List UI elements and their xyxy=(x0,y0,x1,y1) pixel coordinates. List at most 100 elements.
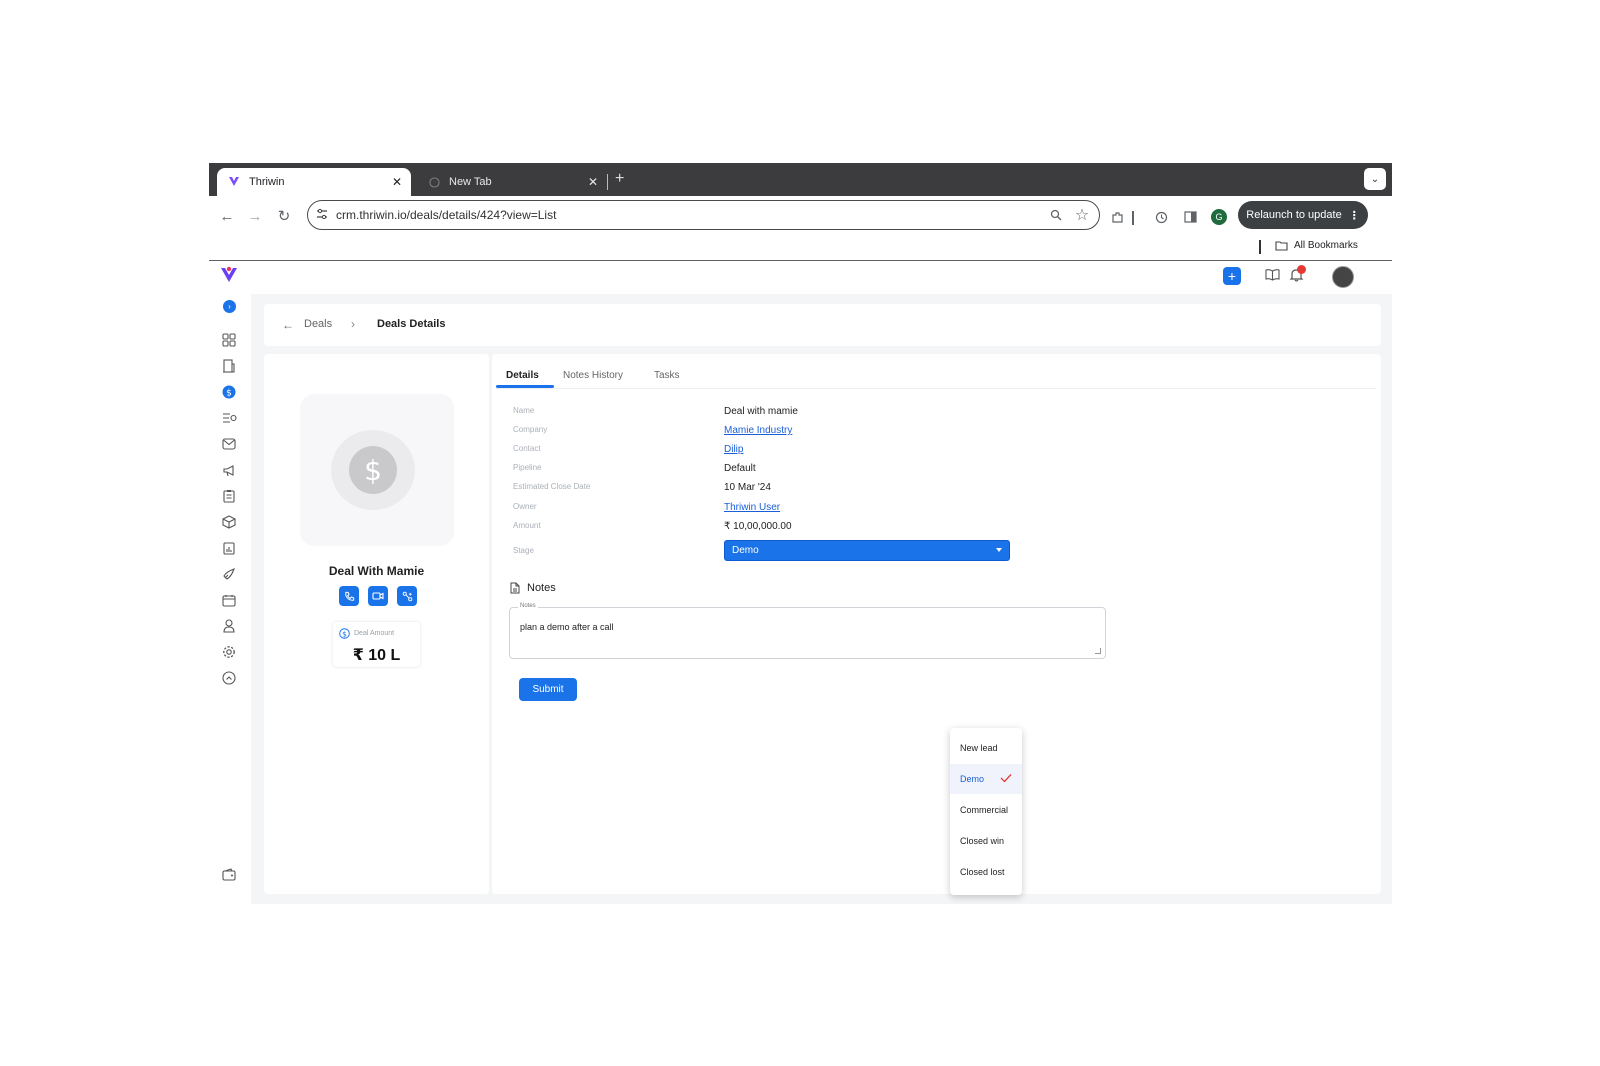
stage-dropdown-menu: New lead Demo Commercial Closed win Clos… xyxy=(950,728,1022,895)
toolbar-divider xyxy=(1132,211,1134,225)
field-value-amount: ₹ 10,00,000.00 xyxy=(724,521,792,532)
collapse-up-icon[interactable] xyxy=(221,670,237,686)
submit-button[interactable]: Submit xyxy=(519,678,577,701)
deal-action-buttons xyxy=(339,586,417,606)
quick-add-button[interactable]: + xyxy=(1223,267,1241,285)
user-avatar[interactable] xyxy=(1332,266,1354,288)
checkmark-icon xyxy=(1000,774,1012,783)
url-text[interactable]: crm.thriwin.io/deals/details/424?view=Li… xyxy=(336,208,1047,222)
field-label-stage: Stage xyxy=(513,546,534,555)
extensions-icon[interactable] xyxy=(1108,208,1126,226)
stage-option-closed-lost[interactable]: Closed lost xyxy=(950,857,1022,887)
owner-link[interactable]: Thriwin User xyxy=(724,502,780,513)
stage-select[interactable]: Demo xyxy=(724,540,1010,561)
tab-new-tab[interactable]: New Tab ✕ xyxy=(417,168,607,196)
campaign-rocket-icon[interactable] xyxy=(221,566,237,582)
all-bookmarks-button[interactable]: All Bookmarks xyxy=(1275,240,1358,251)
site-settings-icon[interactable] xyxy=(316,206,330,224)
notes-field-label: Notes xyxy=(518,603,538,609)
all-bookmarks-label: All Bookmarks xyxy=(1294,240,1358,251)
stage-option-new-lead[interactable]: New lead xyxy=(950,733,1022,763)
share-button[interactable] xyxy=(397,586,417,606)
field-label-pipeline: Pipeline xyxy=(513,463,542,472)
profile-avatar[interactable]: G xyxy=(1211,209,1227,225)
stage-option-demo[interactable]: Demo xyxy=(950,764,1022,794)
clipboard-icon[interactable] xyxy=(221,488,237,504)
field-label-close-date: Estimated Close Date xyxy=(513,482,591,491)
caret-down-icon xyxy=(996,548,1002,552)
breadcrumb-deals-link[interactable]: Deals xyxy=(304,318,332,330)
side-panel-icon[interactable] xyxy=(1181,208,1199,226)
product-box-icon[interactable] xyxy=(221,514,237,530)
svg-text:$: $ xyxy=(342,629,347,638)
history-icon[interactable] xyxy=(1152,208,1170,226)
tab-tasks[interactable]: Tasks xyxy=(654,370,680,381)
tab-notes-history[interactable]: Notes History xyxy=(563,370,623,381)
forward-arrow-icon[interactable]: → xyxy=(246,207,264,225)
svg-text:$: $ xyxy=(364,454,382,487)
back-arrow-icon[interactable]: ← xyxy=(218,207,236,225)
reports-icon[interactable] xyxy=(221,540,237,556)
browser-toolbar: ← → ↻ crm.thriwin.io/deals/details/424?v… xyxy=(209,196,1392,236)
bookmarks-bar: All Bookmarks xyxy=(209,236,1392,261)
stage-option-label: Demo xyxy=(960,774,985,784)
field-label-contact: Contact xyxy=(513,444,541,453)
calendar-icon[interactable] xyxy=(221,592,237,608)
close-tab-icon[interactable]: ✕ xyxy=(389,175,405,189)
user-icon[interactable] xyxy=(221,618,237,634)
breadcrumb-current: Deals Details xyxy=(377,318,446,330)
sidebar-expand-button[interactable]: › xyxy=(223,300,236,313)
wallet-icon[interactable] xyxy=(221,866,237,882)
building-icon[interactable] xyxy=(221,358,237,374)
tab-separator xyxy=(607,174,608,190)
notes-textarea[interactable]: Notes plan a demo after a call xyxy=(509,603,1106,659)
relaunch-to-update-button[interactable]: Relaunch to update ⋮ xyxy=(1238,201,1368,229)
tab-bar: Thriwin ✕ New Tab ✕ + ⌄ xyxy=(209,163,1392,196)
chevron-right-icon: › xyxy=(351,317,355,331)
company-link[interactable]: Mamie Industry xyxy=(724,425,792,436)
bookmarks-divider xyxy=(1259,240,1261,254)
field-label-owner: Owner xyxy=(513,502,537,511)
video-icon xyxy=(372,592,384,600)
new-tab-plus-icon[interactable]: + xyxy=(615,170,624,188)
deal-amount-box: $ Deal Amount ₹ 10 L xyxy=(333,622,420,667)
call-button[interactable] xyxy=(339,586,359,606)
tab-details[interactable]: Details xyxy=(506,370,539,381)
settings-gear-icon[interactable] xyxy=(221,644,237,660)
stage-select-value: Demo xyxy=(732,545,759,556)
deal-details-panel: Details Notes History Tasks Name Deal wi… xyxy=(492,354,1381,894)
phone-icon xyxy=(344,591,354,601)
tab-search-chevron-icon[interactable]: ⌄ xyxy=(1364,168,1386,190)
stage-option-closed-win[interactable]: Closed win xyxy=(950,826,1022,856)
deals-dollar-icon[interactable]: $ xyxy=(221,384,237,400)
video-call-button[interactable] xyxy=(368,586,388,606)
close-tab-icon[interactable]: ✕ xyxy=(585,175,601,189)
stage-option-label: Closed win xyxy=(960,836,1005,846)
contact-link[interactable]: Dilip xyxy=(724,444,743,455)
notes-text[interactable]: plan a demo after a call xyxy=(520,622,614,632)
reload-icon[interactable]: ↻ xyxy=(275,207,293,225)
field-label-company: Company xyxy=(513,425,548,434)
notification-badge xyxy=(1297,265,1306,274)
zoom-icon[interactable] xyxy=(1047,209,1065,221)
book-icon[interactable] xyxy=(1265,268,1280,286)
megaphone-icon[interactable] xyxy=(221,462,237,478)
tab-thriwin[interactable]: Thriwin ✕ xyxy=(217,168,411,196)
stage-option-commercial[interactable]: Commercial xyxy=(950,795,1022,825)
dollar-circle-icon: $ xyxy=(339,628,350,639)
mail-icon[interactable] xyxy=(221,436,237,452)
bookmark-star-icon[interactable]: ☆ xyxy=(1073,205,1091,225)
deal-avatar-box: $ xyxy=(300,394,454,546)
field-value-pipeline: Default xyxy=(724,463,756,474)
resize-handle-icon[interactable] xyxy=(1095,648,1101,654)
address-bar[interactable]: crm.thriwin.io/deals/details/424?view=Li… xyxy=(307,200,1100,230)
kebab-menu-icon[interactable]: ⋮ xyxy=(1349,209,1360,222)
tab-title: New Tab xyxy=(449,176,492,188)
back-arrow-icon[interactable]: ← xyxy=(282,318,294,332)
field-label-name: Name xyxy=(513,406,535,415)
leads-list-icon[interactable] xyxy=(221,410,237,426)
dollar-icon: $ xyxy=(331,430,415,510)
thriwin-logo[interactable] xyxy=(219,265,239,290)
folder-icon xyxy=(1275,241,1288,251)
dashboard-grid-icon[interactable] xyxy=(221,332,237,348)
